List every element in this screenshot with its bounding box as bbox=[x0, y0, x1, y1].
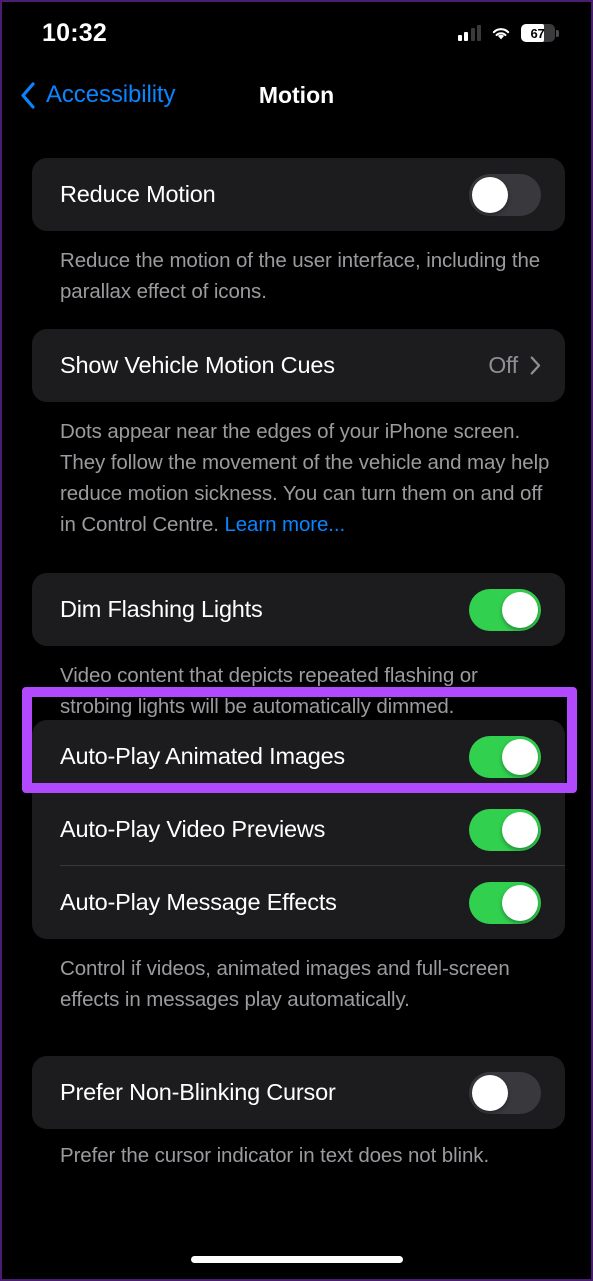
iphone-screen: 10:32 67 Accessibility Motion Reduce Mot… bbox=[0, 0, 593, 1281]
row-auto-play-message-effects[interactable]: Auto-Play Message Effects bbox=[32, 866, 565, 939]
section-vehicle-motion-cues: Show Vehicle Motion Cues Off bbox=[32, 329, 565, 402]
back-button[interactable]: Accessibility bbox=[20, 64, 176, 126]
home-indicator[interactable] bbox=[190, 1256, 403, 1263]
row-reduce-motion[interactable]: Reduce Motion bbox=[32, 158, 565, 231]
row-prefer-non-blinking-cursor[interactable]: Prefer Non-Blinking Cursor bbox=[32, 1056, 565, 1129]
section-reduce-motion: Reduce Motion bbox=[32, 158, 565, 231]
toggle-prefer-non-blinking-cursor[interactable] bbox=[469, 1071, 541, 1114]
toggle-knob bbox=[502, 811, 538, 848]
row-auto-play-video-previews[interactable]: Auto-Play Video Previews bbox=[32, 793, 565, 866]
navigation-bar: Accessibility Motion bbox=[2, 64, 591, 126]
settings-list: Reduce Motion Reduce the motion of the u… bbox=[2, 126, 591, 1279]
toggle-knob bbox=[502, 884, 538, 921]
row-label: Prefer Non-Blinking Cursor bbox=[60, 1079, 336, 1105]
row-label: Show Vehicle Motion Cues bbox=[60, 352, 335, 378]
row-label: Auto-Play Message Effects bbox=[60, 889, 337, 915]
toggle-knob bbox=[472, 176, 508, 213]
back-button-label: Accessibility bbox=[46, 81, 176, 108]
toggle-knob bbox=[502, 738, 538, 775]
battery-icon: 67 bbox=[521, 24, 559, 42]
row-show-vehicle-motion-cues[interactable]: Show Vehicle Motion Cues Off bbox=[32, 329, 565, 402]
footnote-vehicle-motion-cues: Dots appear near the edges of your iPhon… bbox=[60, 416, 550, 540]
toggle-reduce-motion[interactable] bbox=[469, 173, 541, 216]
row-dim-flashing-lights[interactable]: Dim Flashing Lights bbox=[32, 573, 565, 646]
chevron-left-icon bbox=[21, 81, 35, 109]
row-label: Dim Flashing Lights bbox=[60, 596, 263, 622]
row-label: Auto-Play Animated Images bbox=[60, 743, 345, 769]
toggle-dim-flashing-lights[interactable] bbox=[469, 588, 541, 631]
footnote-reduce-motion: Reduce the motion of the user interface,… bbox=[60, 249, 541, 303]
toggle-auto-play-animated-images[interactable] bbox=[469, 735, 541, 778]
row-label: Auto-Play Video Previews bbox=[60, 816, 326, 842]
row-label: Reduce Motion bbox=[60, 181, 216, 207]
footnote-auto-play: Control if videos, animated images and f… bbox=[60, 957, 510, 1011]
status-bar-clock: 10:32 bbox=[42, 18, 107, 47]
wifi-icon bbox=[490, 25, 512, 41]
row-auto-play-animated-images[interactable]: Auto-Play Animated Images bbox=[32, 720, 565, 793]
battery-cap bbox=[556, 29, 559, 37]
footnote-non-blinking-cursor: Prefer the cursor indicator in text does… bbox=[60, 1144, 490, 1167]
cellular-bars-icon bbox=[457, 25, 481, 41]
footnote-dim-flashing-lights: Video content that depicts repeated flas… bbox=[60, 664, 478, 718]
toggle-knob bbox=[472, 1074, 508, 1111]
status-bar: 10:32 67 bbox=[2, 2, 591, 64]
chevron-right-icon bbox=[530, 356, 541, 375]
learn-more-link[interactable]: Learn more... bbox=[224, 513, 345, 536]
section-auto-play: Auto-Play Animated Images Auto-Play Vide… bbox=[32, 720, 565, 939]
toggle-auto-play-video-previews[interactable] bbox=[469, 808, 541, 851]
toggle-knob bbox=[502, 591, 538, 628]
section-non-blinking-cursor: Prefer Non-Blinking Cursor bbox=[32, 1056, 565, 1129]
row-value: Off bbox=[488, 352, 518, 378]
status-bar-indicators: 67 bbox=[457, 24, 559, 42]
toggle-auto-play-message-effects[interactable] bbox=[469, 881, 541, 924]
section-dim-flashing-lights: Dim Flashing Lights bbox=[32, 573, 565, 646]
row-accessory: Off bbox=[488, 352, 541, 379]
battery-percent-label: 67 bbox=[530, 25, 545, 41]
